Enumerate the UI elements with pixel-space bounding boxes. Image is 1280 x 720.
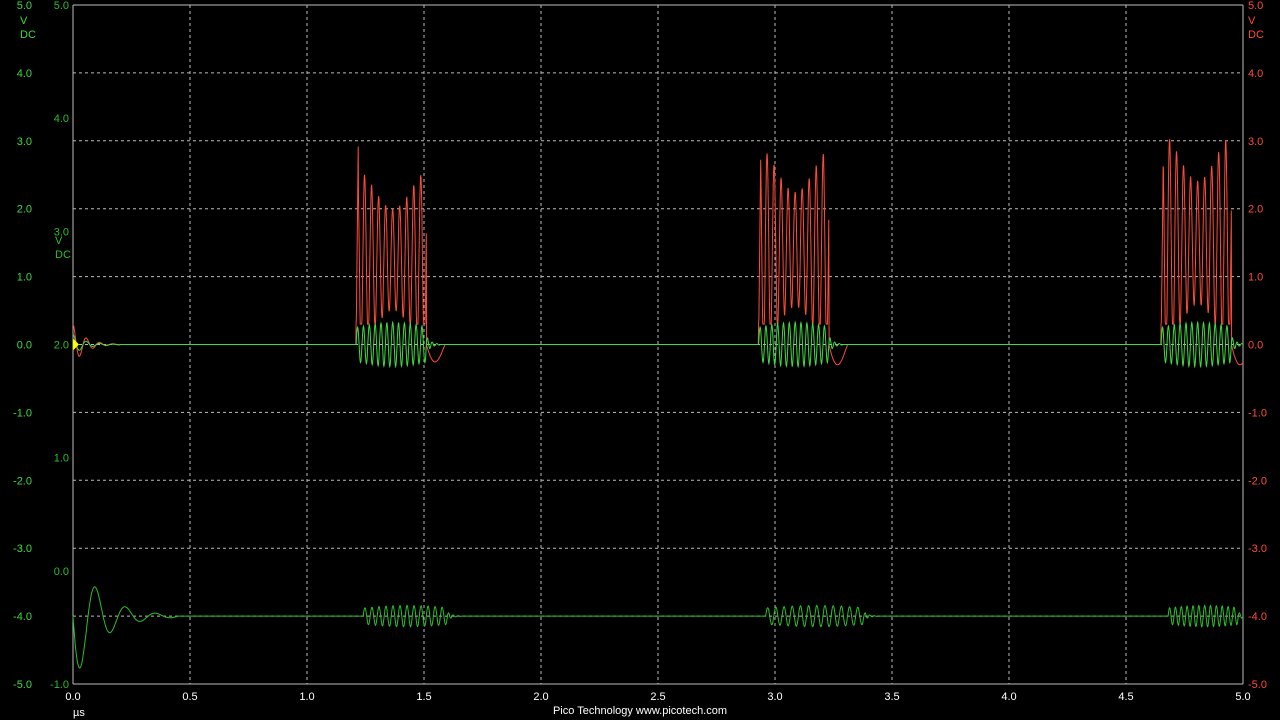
y-axis-coupling-left: DC (20, 29, 36, 41)
y-tick-label-left: -3.0 (13, 543, 32, 555)
y-tick-label-inner: 2.0 (54, 340, 69, 352)
y-tick-label-right: -4.0 (1248, 611, 1267, 623)
y-axis-unit-left: V (20, 15, 28, 27)
y-tick-label-left: -4.0 (13, 611, 32, 623)
x-tick-label: 5.0 (1235, 691, 1250, 703)
y-tick-label-left: 0.0 (17, 340, 32, 352)
y-tick-label-right: 2.0 (1248, 204, 1263, 216)
y-tick-label-left: -2.0 (13, 475, 32, 487)
y-tick-label-left: -1.0 (13, 407, 32, 419)
plot-background (0, 0, 1280, 720)
y-axis-coupling-inner: DC (55, 249, 71, 261)
y-tick-label-right: 5.0 (1248, 0, 1263, 12)
x-tick-label: 3.0 (767, 691, 782, 703)
x-tick-label: 0.0 (65, 691, 80, 703)
x-tick-label: 2.5 (650, 691, 665, 703)
y-tick-label-left: 5.0 (17, 0, 32, 12)
y-tick-label-right: -5.0 (1248, 679, 1267, 691)
y-tick-label-left: 2.0 (17, 204, 32, 216)
y-tick-label-right: 3.0 (1248, 136, 1263, 148)
y-tick-label-inner: 0.0 (54, 566, 69, 578)
x-tick-label: 2.0 (533, 691, 548, 703)
y-tick-label-right: 0.0 (1248, 340, 1263, 352)
x-tick-label: 4.5 (1118, 691, 1133, 703)
x-tick-label: 1.0 (299, 691, 314, 703)
x-tick-label: 1.5 (416, 691, 431, 703)
y-tick-label-right: 4.0 (1248, 68, 1263, 80)
oscilloscope-chart: 5.04.03.02.01.00.0-1.0-2.0-3.0-4.0-5.0VD… (0, 0, 1280, 720)
y-tick-label-inner: 5.0 (54, 0, 69, 12)
y-axis-coupling-right: DC (1248, 29, 1264, 41)
y-tick-label-right: -1.0 (1248, 407, 1267, 419)
y-tick-label-inner: 1.0 (54, 453, 69, 465)
y-tick-label-right: 1.0 (1248, 272, 1263, 284)
y-tick-label-inner: 4.0 (54, 113, 69, 125)
y-tick-label-left: 4.0 (17, 68, 32, 80)
y-tick-label-inner: -1.0 (50, 679, 69, 691)
y-tick-label-left: -5.0 (13, 679, 32, 691)
y-tick-label-left: 1.0 (17, 272, 32, 284)
y-tick-label-left: 3.0 (17, 136, 32, 148)
x-tick-label: 4.0 (1001, 691, 1016, 703)
footer-text: Pico Technology www.picotech.com (552, 705, 728, 717)
y-tick-label-right: -3.0 (1248, 543, 1267, 555)
y-axis-unit-inner: V (55, 235, 63, 247)
y-axis-unit-right: V (1248, 15, 1256, 27)
x-tick-label: 0.5 (182, 691, 197, 703)
y-tick-label-right: -2.0 (1248, 475, 1267, 487)
x-tick-label: 3.5 (884, 691, 899, 703)
